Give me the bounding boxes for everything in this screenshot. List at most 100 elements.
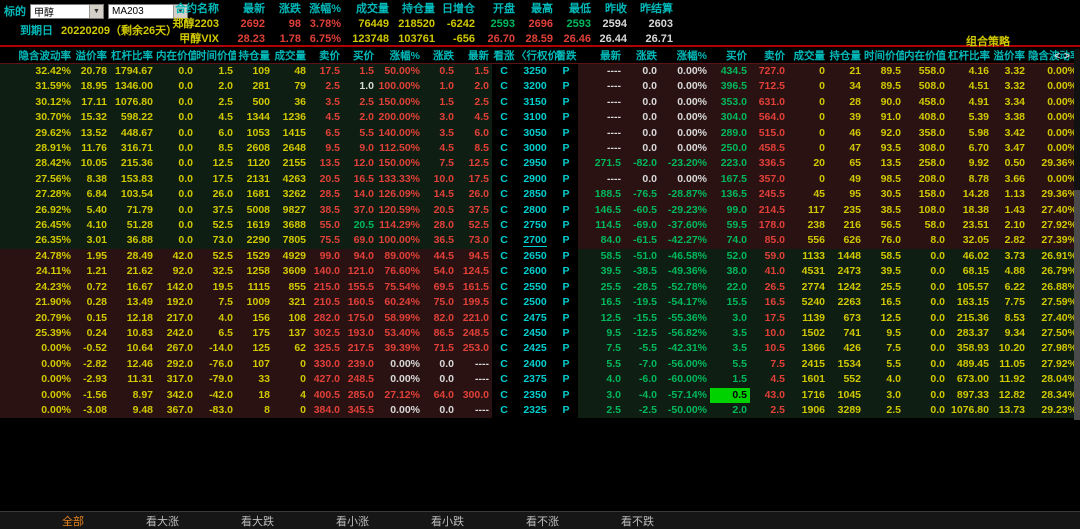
call-volume[interactable]: 0: [273, 403, 309, 418]
strike-price[interactable]: 2600: [516, 264, 554, 279]
put-change-pct[interactable]: 0.00%: [660, 95, 710, 110]
call-time-value[interactable]: 7.5: [196, 295, 236, 310]
call-ask[interactable]: 282.0: [309, 311, 343, 326]
put-change[interactable]: 0.0: [624, 110, 660, 125]
call-leverage[interactable]: 215.36: [110, 156, 156, 171]
strike-price[interactable]: 2950: [516, 156, 554, 171]
filter-tab-5[interactable]: 看不涨: [526, 513, 559, 529]
call-time-value[interactable]: 8.5: [196, 141, 236, 156]
put-change[interactable]: 0.0: [624, 79, 660, 94]
put-bid[interactable]: 5.5: [710, 357, 750, 372]
put-change-pct[interactable]: 0.00%: [660, 141, 710, 156]
call-bid[interactable]: 193.0: [343, 326, 377, 341]
put-premium-rate[interactable]: 7.75: [992, 295, 1028, 310]
put-open-interest[interactable]: 39: [828, 110, 864, 125]
put-change-pct[interactable]: -49.36%: [660, 264, 710, 279]
put-ask[interactable]: 17.5: [750, 311, 788, 326]
call-change[interactable]: 4.5: [423, 141, 457, 156]
put-last[interactable]: 7.5: [578, 341, 624, 356]
call-flag[interactable]: C: [492, 203, 516, 218]
call-change-pct[interactable]: 150.00%: [377, 95, 423, 110]
call-premium-rate[interactable]: 6.84: [74, 187, 110, 202]
call-leverage[interactable]: 10.83: [110, 326, 156, 341]
call-premium-rate[interactable]: 17.11: [74, 95, 110, 110]
put-intrinsic[interactable]: 308.0: [904, 141, 948, 156]
put-intrinsic[interactable]: 408.0: [904, 110, 948, 125]
call-bid[interactable]: 12.0: [343, 156, 377, 171]
call-time-value[interactable]: 4.0: [196, 311, 236, 326]
call-iv[interactable]: 31.59%: [0, 79, 74, 94]
call-ask[interactable]: 140.0: [309, 264, 343, 279]
put-last[interactable]: 114.5: [578, 218, 624, 233]
call-premium-rate[interactable]: -2.82: [74, 357, 110, 372]
put-time-value[interactable]: 56.5: [864, 218, 904, 233]
call-last[interactable]: 94.5: [457, 249, 492, 264]
put-bid[interactable]: 38.0: [710, 264, 750, 279]
call-bid[interactable]: 9.0: [343, 141, 377, 156]
call-last[interactable]: 124.5: [457, 264, 492, 279]
call-flag[interactable]: C: [492, 341, 516, 356]
call-change[interactable]: 36.5: [423, 233, 457, 248]
call-change[interactable]: 20.5: [423, 203, 457, 218]
call-premium-rate[interactable]: 13.52: [74, 126, 110, 141]
call-change[interactable]: 82.0: [423, 311, 457, 326]
call-open-interest[interactable]: 5008: [236, 203, 273, 218]
strike-price[interactable]: 2325: [516, 403, 554, 418]
call-change-pct[interactable]: 150.00%: [377, 156, 423, 171]
put-premium-rate[interactable]: 3.34: [992, 95, 1028, 110]
put-flag[interactable]: P: [554, 218, 578, 233]
call-open-interest[interactable]: 1258: [236, 264, 273, 279]
put-intrinsic[interactable]: 458.0: [904, 95, 948, 110]
put-bid[interactable]: 0.5: [710, 388, 750, 403]
call-leverage[interactable]: 12.46: [110, 357, 156, 372]
call-intrinsic[interactable]: 42.0: [156, 249, 196, 264]
call-change[interactable]: 86.5: [423, 326, 457, 341]
call-intrinsic[interactable]: 367.0: [156, 403, 196, 418]
call-ask[interactable]: 38.5: [309, 203, 343, 218]
call-leverage[interactable]: 13.49: [110, 295, 156, 310]
put-iv[interactable]: 27.40%: [1028, 311, 1080, 326]
put-flag[interactable]: P: [554, 203, 578, 218]
call-intrinsic[interactable]: 0.0: [156, 126, 196, 141]
call-volume[interactable]: 4929: [273, 249, 309, 264]
call-volume[interactable]: 2648: [273, 141, 309, 156]
put-volume[interactable]: 556: [788, 233, 828, 248]
call-intrinsic[interactable]: 0.0: [156, 187, 196, 202]
call-leverage[interactable]: 316.71: [110, 141, 156, 156]
put-bid[interactable]: 15.5: [710, 295, 750, 310]
put-ask[interactable]: 2.5: [750, 403, 788, 418]
put-last[interactable]: 188.5: [578, 187, 624, 202]
put-bid[interactable]: 59.5: [710, 218, 750, 233]
call-flag[interactable]: C: [492, 264, 516, 279]
put-intrinsic[interactable]: 0.0: [904, 280, 948, 295]
put-leverage[interactable]: 215.36: [948, 311, 992, 326]
call-ask[interactable]: 302.5: [309, 326, 343, 341]
call-iv[interactable]: 30.70%: [0, 110, 74, 125]
call-time-value[interactable]: 73.0: [196, 233, 236, 248]
put-change[interactable]: 0.0: [624, 126, 660, 141]
put-premium-rate[interactable]: 3.38: [992, 110, 1028, 125]
call-ask[interactable]: 75.5: [309, 233, 343, 248]
put-change-pct[interactable]: -28.87%: [660, 187, 710, 202]
put-flag[interactable]: P: [554, 95, 578, 110]
call-change[interactable]: 1.0: [423, 79, 457, 94]
put-bid[interactable]: 304.0: [710, 110, 750, 125]
call-intrinsic[interactable]: 192.0: [156, 295, 196, 310]
call-premium-rate[interactable]: 0.24: [74, 326, 110, 341]
call-ask[interactable]: 400.5: [309, 388, 343, 403]
strike-price[interactable]: 2900: [516, 172, 554, 187]
call-last[interactable]: 248.5: [457, 326, 492, 341]
call-iv[interactable]: 24.23%: [0, 280, 74, 295]
put-intrinsic[interactable]: 0.0: [904, 357, 948, 372]
put-last[interactable]: 3.0: [578, 388, 624, 403]
put-flag[interactable]: P: [554, 249, 578, 264]
call-bid[interactable]: 16.5: [343, 172, 377, 187]
put-ask[interactable]: 631.0: [750, 95, 788, 110]
put-premium-rate[interactable]: 12.82: [992, 388, 1028, 403]
call-premium-rate[interactable]: 3.01: [74, 233, 110, 248]
put-flag[interactable]: P: [554, 311, 578, 326]
call-flag[interactable]: C: [492, 403, 516, 418]
call-open-interest[interactable]: 18: [236, 388, 273, 403]
call-open-interest[interactable]: 2290: [236, 233, 273, 248]
put-leverage[interactable]: 68.15: [948, 264, 992, 279]
